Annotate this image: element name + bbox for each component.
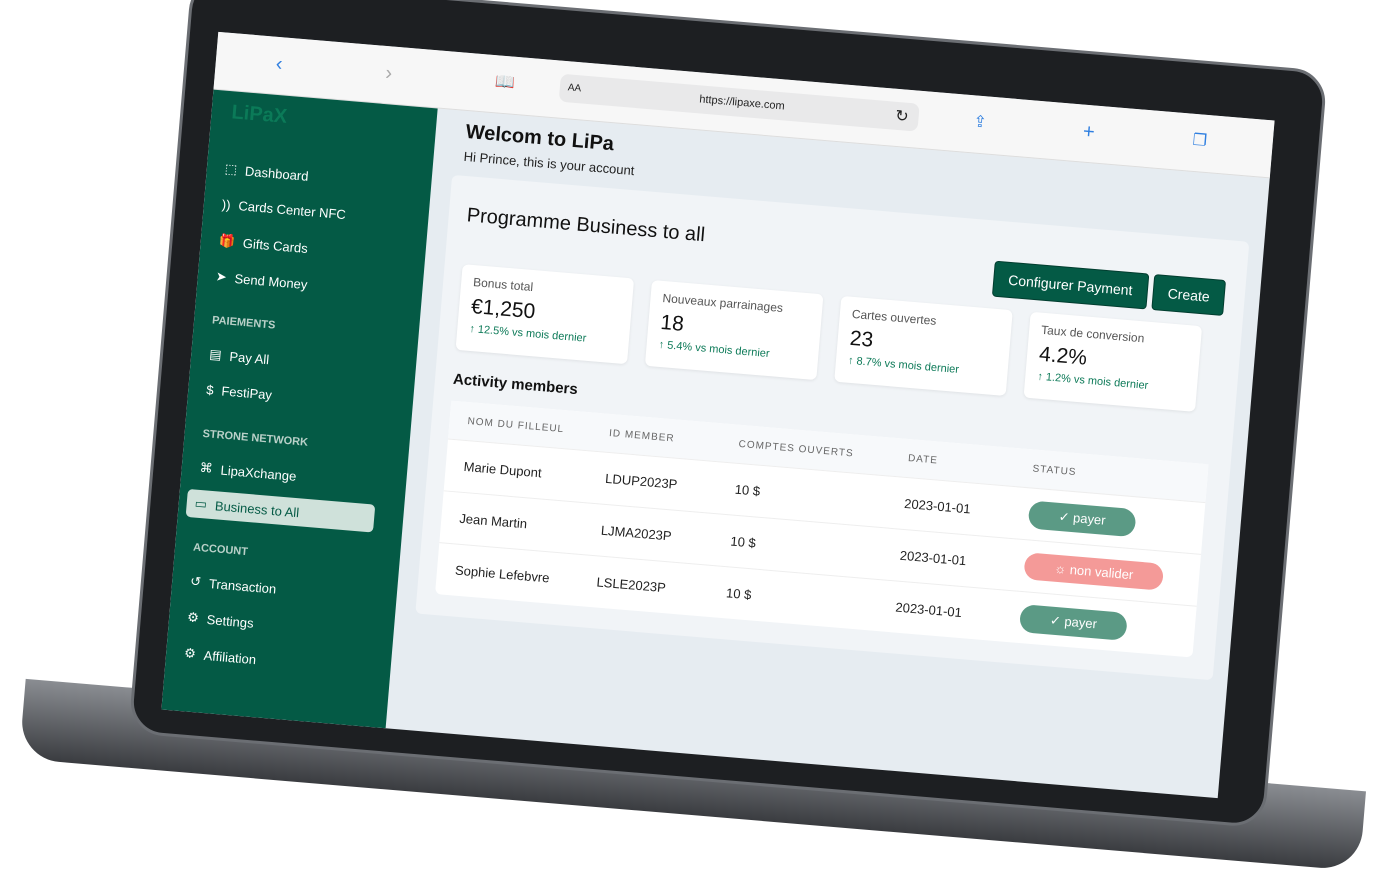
check-icon: ✓ <box>1049 612 1066 629</box>
share-icon[interactable]: ⇪ <box>973 111 988 132</box>
member-name: Marie Dupont <box>463 458 543 481</box>
stat-card: Taux de conversion 4.2% ↑ 1.2% vs mois der… <box>1023 311 1203 412</box>
member-name: Jean Martin <box>458 510 528 532</box>
sidebar-item-label: Send Money <box>234 270 309 292</box>
sidebar-item-gifts-cards[interactable]: 🎁 Gifts Cards <box>218 233 308 256</box>
accounts-opened: 10 $ <box>734 481 761 499</box>
sidebar-item-label: Settings <box>206 611 255 631</box>
stat-card: Nouveaux parrainages 18 ↑ 5.4% vs mois der… <box>644 280 824 381</box>
stat-card: Bonus total €1,250 ↑ 12.5% vs mois dernier <box>455 264 635 365</box>
configure-payment-button[interactable]: Configurer Payment <box>991 260 1149 310</box>
sidebar-item-label: Pay All <box>228 348 270 367</box>
column-header: STATUS <box>1032 463 1077 478</box>
accounts-opened: 10 $ <box>729 533 757 551</box>
column-header: ID MEMBER <box>608 427 676 444</box>
new-tab-icon[interactable]: + <box>1082 121 1095 145</box>
main: Welcom to LiPa Hi Prince, this is your a… <box>386 108 1270 798</box>
create-button[interactable]: Create <box>1151 274 1227 316</box>
sidebar-item-label: Business to All <box>214 497 300 520</box>
nav-icon: ➤ <box>215 268 228 285</box>
sidebar-item-business-to-all[interactable]: ▭ Business to All <box>185 488 376 533</box>
status-text: payer <box>1063 613 1098 631</box>
sidebar-section-title: ACCOUNT <box>192 541 249 559</box>
tabs-icon[interactable]: ❐ <box>1192 130 1208 151</box>
status-badge[interactable]: ✓ payer <box>1027 499 1137 537</box>
status-text: non valider <box>1069 562 1134 583</box>
status-text: payer <box>1072 509 1107 528</box>
nav-icon: ⚙ <box>183 645 197 662</box>
date: 2023-01-01 <box>894 599 963 621</box>
sidebar-item-settings[interactable]: ⚙ Settings <box>187 609 255 631</box>
back-icon[interactable]: ‹ <box>275 53 283 76</box>
nav-icon: 🎁 <box>218 232 236 249</box>
sidebar-item-dashboard[interactable]: ⬚ Dashboard <box>224 161 309 184</box>
sidebar-item-send-money[interactable]: ➤ Send Money <box>215 269 308 293</box>
member-name: Sophie Lefebvre <box>454 562 551 586</box>
sidebar-item-label: Cards Center NFC <box>237 198 347 223</box>
sidebar-section-title: STRONE NETWORK <box>202 427 309 449</box>
sidebar-item-festipay[interactable]: $ FestiPay <box>206 382 273 402</box>
members-table: NOM DU FILLEUL ID MEMBER COMPTES OUVERTS DA… <box>435 400 1209 658</box>
sidebar-item-affiliation[interactable]: ⚙ Affiliation <box>184 645 257 667</box>
column-header: DATE <box>907 452 939 467</box>
nav-icon: ⌘ <box>199 459 214 476</box>
nav-icon: ⬚ <box>224 160 238 177</box>
sidebar-item-label: LipaXchange <box>220 462 297 484</box>
screen: ‹ › 📖 AA https://lipaxe.com ↻ ⇪ + ❐ LiPa… <box>161 31 1275 799</box>
column-header: NOM DU FILLEUL <box>467 415 565 435</box>
nav-icon: $ <box>205 382 215 398</box>
sidebar-item-cards-center-nfc[interactable]: )) Cards Center NFC <box>221 197 346 222</box>
url-text: https://lipaxe.com <box>698 93 786 113</box>
sidebar-item-label: Transaction <box>208 575 277 597</box>
reload-icon[interactable]: ↻ <box>894 106 910 127</box>
logo: LiPaX <box>230 101 288 128</box>
sidebar-item-lipaxchange[interactable]: ⌘ LipaXchange <box>199 460 297 484</box>
sidebar-section-title: PAIEMENTS <box>211 314 276 332</box>
bookmarks-icon[interactable]: 📖 <box>494 71 516 93</box>
nav-icon: )) <box>221 196 232 213</box>
member-id: LJMA2023P <box>600 522 673 544</box>
member-id: LSLE2023P <box>595 574 667 596</box>
status-badge[interactable]: ✓ payer <box>1018 603 1128 641</box>
reader-icon[interactable]: AA <box>567 82 581 94</box>
alert-icon: ☼ <box>1053 560 1071 577</box>
nav-icon: ▭ <box>194 495 208 512</box>
date: 2023-01-01 <box>903 495 972 517</box>
sidebar-item-label: FestiPay <box>220 383 273 403</box>
business-panel: Programme Business to all Configurer Pay… <box>415 174 1250 681</box>
sidebar-item-label: Dashboard <box>244 163 310 184</box>
sidebar-item-label: Gifts Cards <box>242 235 309 256</box>
sidebar-item-label: Affiliation <box>203 647 257 667</box>
sidebar-item-transaction[interactable]: ↺ Transaction <box>190 573 277 596</box>
check-icon: ✓ <box>1058 508 1074 525</box>
nav-icon: ↺ <box>189 573 202 590</box>
forward-icon[interactable]: › <box>384 62 393 85</box>
column-header: COMPTES OUVERTS <box>738 438 855 459</box>
nav-icon: ▤ <box>208 346 223 363</box>
stat-card: Cartes ouvertes 23 ↑ 8.7% vs mois dernier <box>834 295 1013 396</box>
accounts-opened: 10 $ <box>725 585 753 603</box>
page-title: Programme Business to all <box>465 204 706 247</box>
sidebar-item-pay-all[interactable]: ▤ Pay All <box>209 346 270 367</box>
date: 2023-01-01 <box>899 547 967 569</box>
member-id: LDUP2023P <box>604 470 678 492</box>
nav-icon: ⚙ <box>186 609 200 626</box>
activity-title: Activity members <box>452 370 579 399</box>
status-badge[interactable]: ☼ non valider <box>1023 552 1165 591</box>
